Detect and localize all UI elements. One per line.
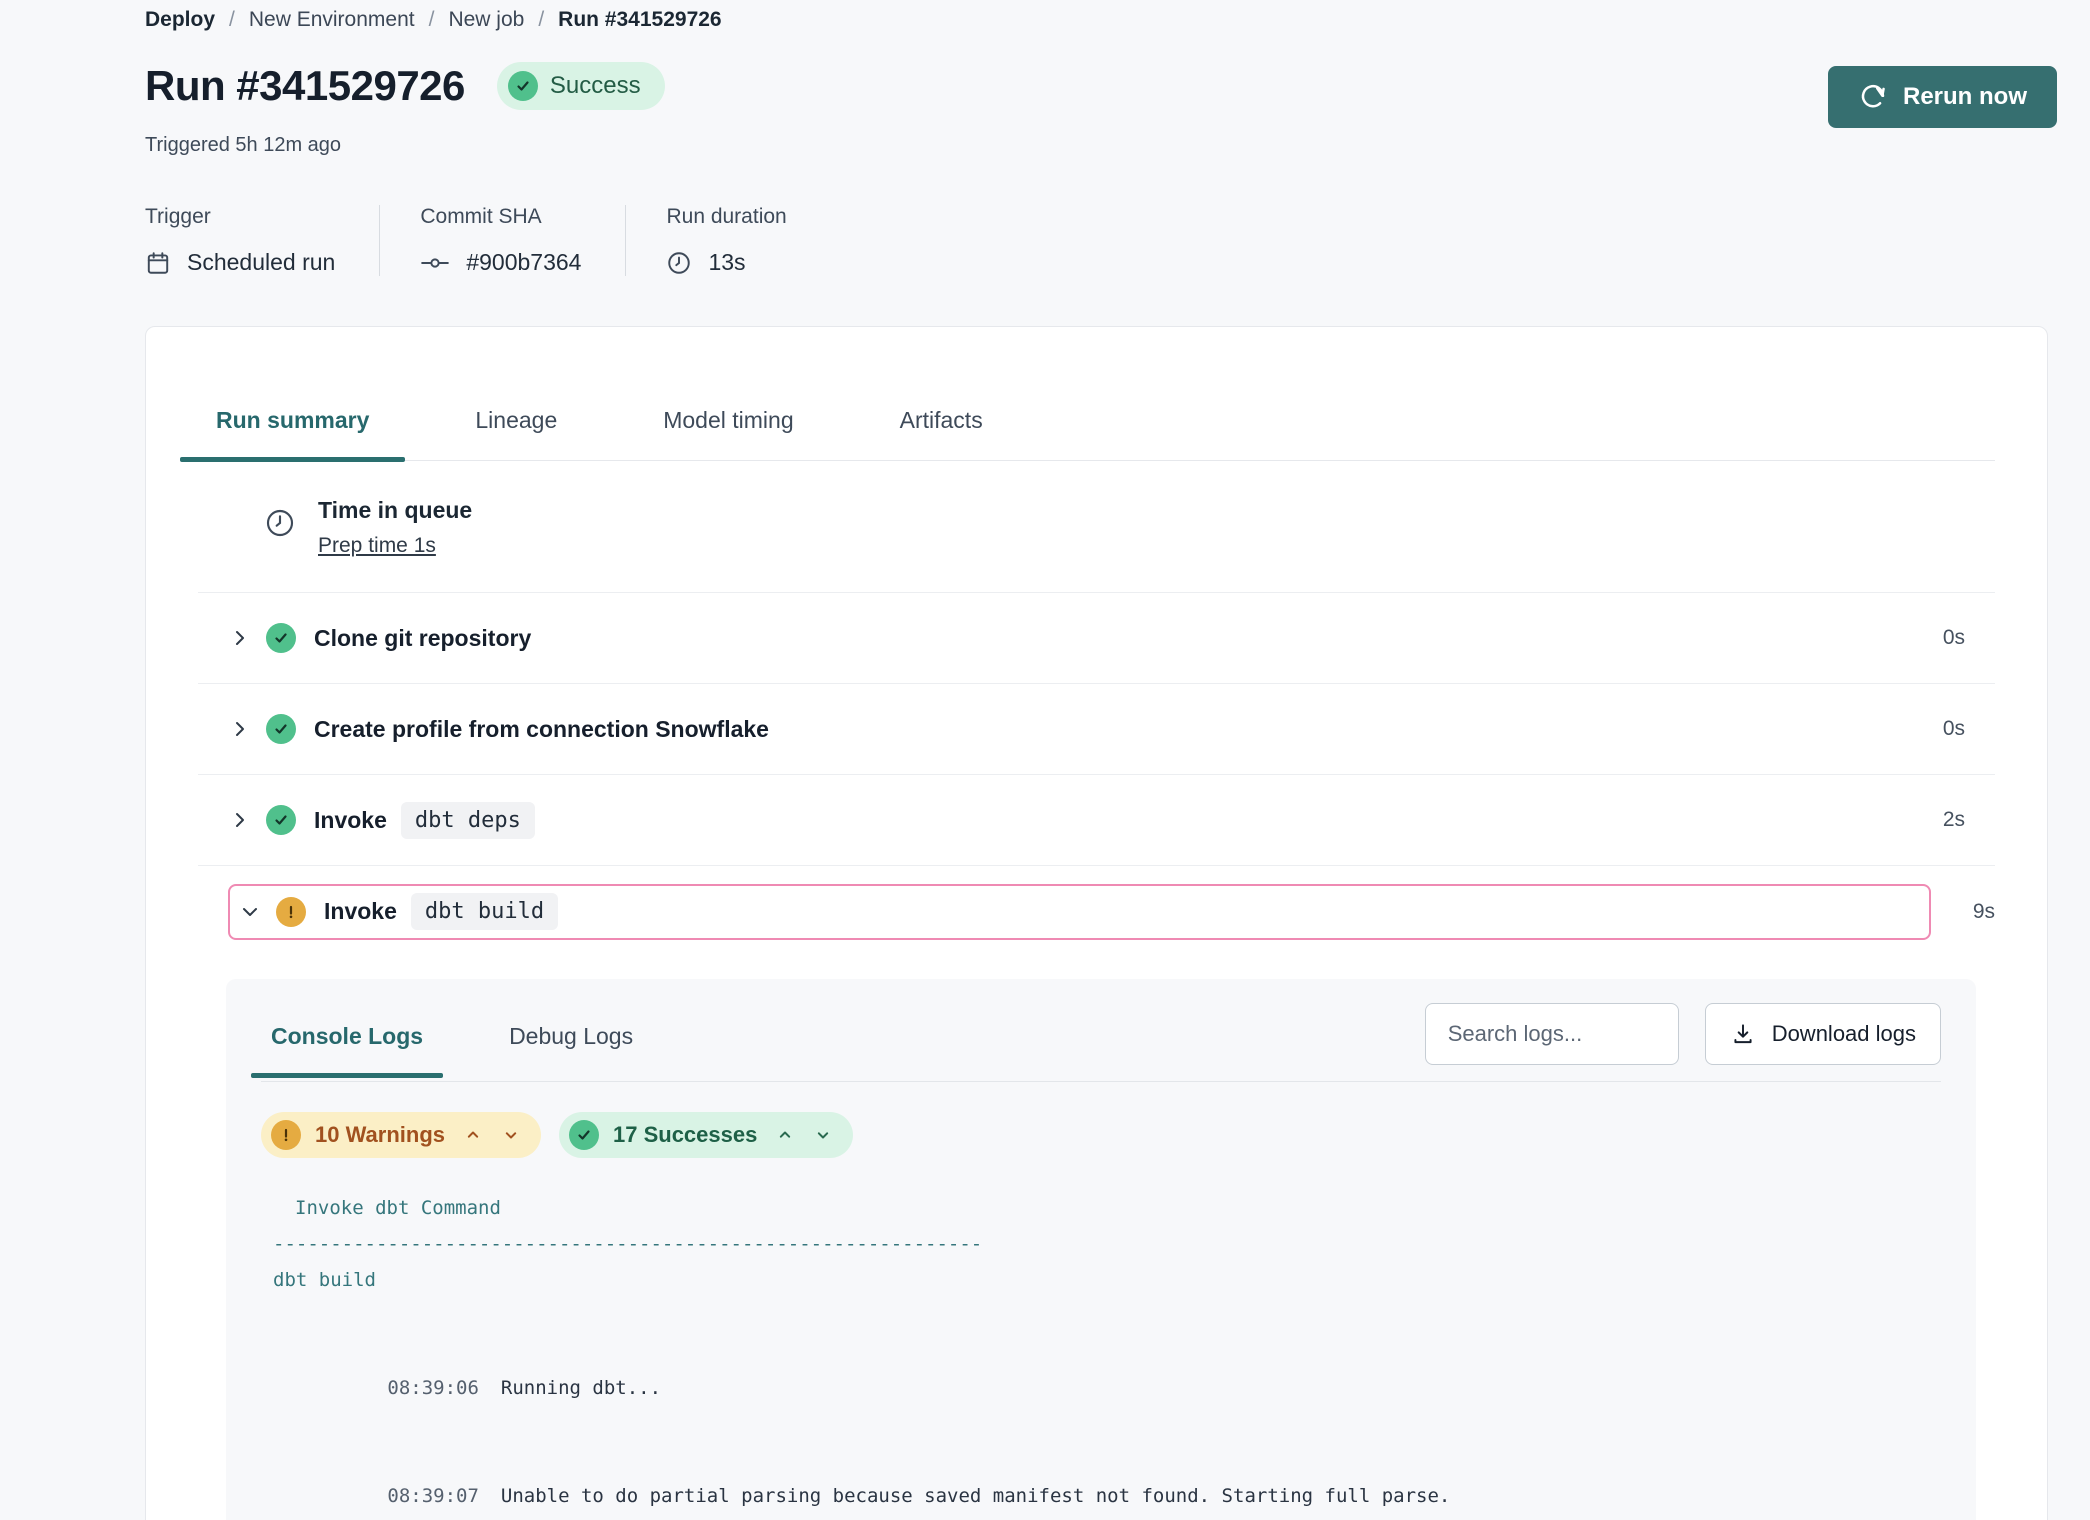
breadcrumb-separator: / bbox=[429, 8, 435, 32]
step-row-dbt-build: Invoke dbt build 9s bbox=[198, 866, 1995, 957]
prep-time-link[interactable]: Prep time 1s bbox=[318, 534, 436, 558]
download-logs-label: Download logs bbox=[1772, 1021, 1916, 1047]
step-row-dbt-deps[interactable]: Invoke dbt deps 2s bbox=[198, 775, 1995, 866]
chevron-down-icon[interactable] bbox=[238, 900, 264, 924]
step-row-clone-git[interactable]: Clone git repository 0s bbox=[198, 593, 1995, 684]
run-summary-card: Run summary Lineage Model timing Artifac… bbox=[145, 326, 2048, 1520]
chevron-right-icon[interactable] bbox=[228, 626, 254, 650]
warnings-badge[interactable]: 10 Warnings bbox=[261, 1112, 541, 1158]
meta-duration: Run duration 13s bbox=[625, 205, 830, 276]
check-circle-icon bbox=[266, 805, 296, 835]
clock-icon bbox=[666, 250, 692, 276]
step-label: Invoke bbox=[314, 807, 387, 834]
clock-icon bbox=[264, 507, 296, 544]
breadcrumb: Deploy / New Environment / New job / Run… bbox=[145, 6, 2057, 32]
meta-trigger-label: Trigger bbox=[145, 205, 335, 229]
time-in-queue-section: Time in queue Prep time 1s bbox=[198, 461, 1995, 593]
log-message: Unable to do partial parsing because sav… bbox=[501, 1485, 1450, 1507]
breadcrumb-deploy[interactable]: Deploy bbox=[145, 8, 215, 32]
search-logs-input[interactable] bbox=[1425, 1003, 1679, 1065]
step-duration: 0s bbox=[1943, 626, 1965, 650]
log-line: Invoke dbt Command bbox=[261, 1190, 1941, 1226]
page-title: Run #341529726 bbox=[145, 62, 465, 110]
console-log-output: Invoke dbt Command ---------------------… bbox=[261, 1190, 1941, 1520]
step-command-chip: dbt build bbox=[411, 893, 558, 930]
chevron-down-icon[interactable] bbox=[501, 1125, 521, 1145]
check-circle-icon bbox=[569, 1120, 599, 1150]
download-icon bbox=[1730, 1021, 1756, 1047]
meta-duration-value: 13s bbox=[708, 249, 745, 276]
meta-trigger: Trigger Scheduled run bbox=[145, 205, 379, 276]
commit-icon bbox=[420, 250, 450, 276]
check-circle-icon bbox=[266, 714, 296, 744]
check-circle-icon bbox=[508, 71, 538, 101]
run-detail-page: Deploy / New Environment / New job / Run… bbox=[0, 0, 2090, 1520]
status-badge: Success bbox=[497, 62, 665, 110]
tab-artifacts[interactable]: Artifacts bbox=[882, 407, 1001, 460]
run-meta: Trigger Scheduled run Commit SHA #900b73… bbox=[145, 205, 2057, 276]
meta-trigger-value: Scheduled run bbox=[187, 249, 335, 276]
log-message: Running dbt... bbox=[501, 1377, 661, 1399]
log-divider-line: ----------------------------------------… bbox=[261, 1226, 1941, 1262]
tab-run-summary[interactable]: Run summary bbox=[198, 407, 387, 460]
status-badge-label: Success bbox=[550, 72, 641, 100]
step-label: Clone git repository bbox=[314, 625, 531, 652]
time-in-queue-title: Time in queue bbox=[318, 497, 472, 524]
chevron-down-icon[interactable] bbox=[813, 1125, 833, 1145]
log-line: 08:39:07 Unable to do partial parsing bec… bbox=[261, 1442, 1941, 1520]
successes-badge[interactable]: 17 Successes bbox=[559, 1112, 853, 1158]
log-blank-line bbox=[261, 1298, 1941, 1334]
tab-lineage[interactable]: Lineage bbox=[457, 407, 575, 460]
warning-circle-icon bbox=[271, 1120, 301, 1150]
step-duration: 0s bbox=[1943, 717, 1965, 741]
warning-circle-icon bbox=[276, 897, 306, 927]
meta-commit-label: Commit SHA bbox=[420, 205, 581, 229]
tab-debug-logs[interactable]: Debug Logs bbox=[499, 1009, 643, 1076]
step-duration: 9s bbox=[1951, 900, 1995, 924]
chevron-up-icon[interactable] bbox=[463, 1125, 483, 1145]
breadcrumb-job[interactable]: New job bbox=[448, 8, 524, 32]
refresh-icon bbox=[1858, 82, 1888, 112]
log-header: Console Logs Debug Logs Download logs bbox=[261, 979, 1941, 1082]
step-label: Create profile from connection Snowflake bbox=[314, 716, 769, 743]
check-circle-icon bbox=[266, 623, 296, 653]
breadcrumb-separator: / bbox=[538, 8, 544, 32]
title-row: Run #341529726 Success bbox=[145, 62, 2057, 110]
warnings-badge-label: 10 Warnings bbox=[315, 1122, 445, 1148]
log-controls: Download logs bbox=[1425, 1003, 1941, 1081]
tab-console-logs[interactable]: Console Logs bbox=[261, 1009, 433, 1076]
successes-badge-label: 17 Successes bbox=[613, 1122, 757, 1148]
log-line: dbt build bbox=[261, 1262, 1941, 1298]
step-row-create-profile[interactable]: Create profile from connection Snowflake… bbox=[198, 684, 1995, 775]
breadcrumb-run: Run #341529726 bbox=[558, 8, 721, 32]
breadcrumb-environment[interactable]: New Environment bbox=[249, 8, 415, 32]
chevron-up-icon[interactable] bbox=[775, 1125, 795, 1145]
step-duration: 2s bbox=[1943, 808, 1965, 832]
log-filter-badges: 10 Warnings 17 Successes bbox=[261, 1112, 1941, 1158]
log-timestamp: 08:39:07 bbox=[387, 1485, 479, 1507]
chevron-right-icon[interactable] bbox=[228, 717, 254, 741]
step-expanded-box[interactable]: Invoke dbt build bbox=[228, 884, 1931, 940]
tab-model-timing[interactable]: Model timing bbox=[645, 407, 811, 460]
chevron-right-icon[interactable] bbox=[228, 808, 254, 832]
log-line: 08:39:06 Running dbt... bbox=[261, 1334, 1941, 1442]
step-command-chip: dbt deps bbox=[401, 802, 535, 839]
step-label: Invoke bbox=[324, 898, 397, 925]
breadcrumb-separator: / bbox=[229, 8, 235, 32]
log-tabs: Console Logs Debug Logs bbox=[261, 1009, 643, 1076]
log-timestamp: 08:39:06 bbox=[387, 1377, 479, 1399]
meta-commit-value: #900b7364 bbox=[466, 249, 581, 276]
calendar-icon bbox=[145, 250, 171, 276]
rerun-now-label: Rerun now bbox=[1903, 83, 2027, 111]
log-panel: Console Logs Debug Logs Download logs bbox=[226, 979, 1976, 1520]
meta-duration-label: Run duration bbox=[666, 205, 786, 229]
triggered-timestamp: Triggered 5h 12m ago bbox=[145, 134, 2057, 157]
rerun-now-button[interactable]: Rerun now bbox=[1828, 66, 2057, 128]
meta-commit: Commit SHA #900b7364 bbox=[379, 205, 625, 276]
download-logs-button[interactable]: Download logs bbox=[1705, 1003, 1941, 1065]
run-tabs: Run summary Lineage Model timing Artifac… bbox=[198, 327, 1995, 461]
